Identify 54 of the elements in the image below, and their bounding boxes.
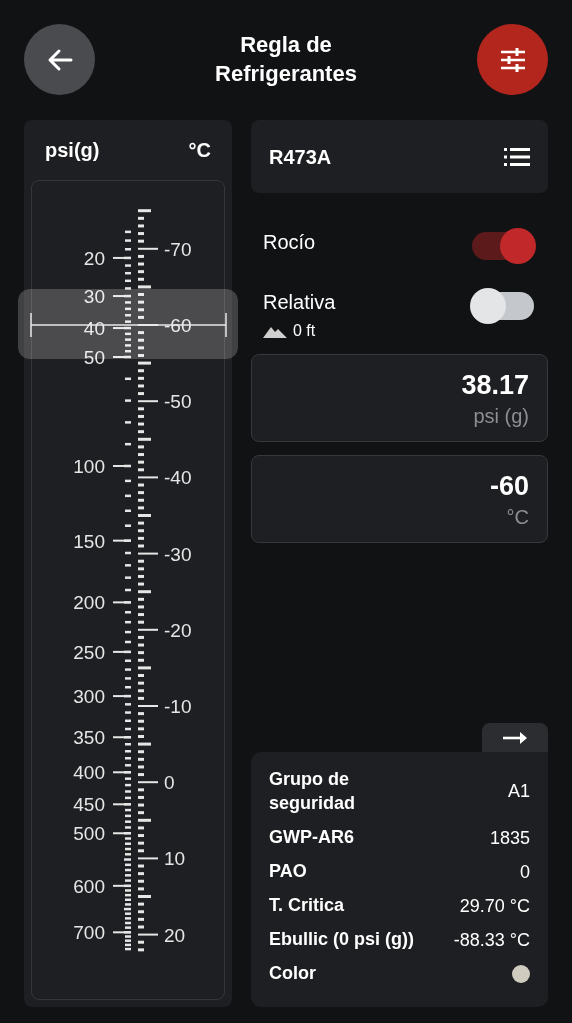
- pressure-scale-label: 600: [73, 875, 105, 897]
- property-label: Ebullic (0 psi (g)): [269, 928, 414, 952]
- temperature-scale-label: -20: [164, 619, 192, 641]
- property-label: GWP-AR6: [269, 826, 354, 850]
- altitude-label: 0 ft: [263, 319, 336, 343]
- temperature-scale-label: 10: [164, 848, 186, 870]
- pressure-scale-label: 200: [73, 592, 105, 614]
- readout-field[interactable]: -60 °C: [251, 455, 548, 543]
- pressure-scale-label: 250: [73, 641, 105, 663]
- pressure-scale-label: 700: [73, 922, 105, 944]
- back-arrow-icon: [46, 47, 73, 72]
- sliders-icon: [499, 47, 526, 72]
- property-label: Color: [269, 962, 316, 986]
- property-label: T. Critica: [269, 894, 345, 918]
- toggle-switch[interactable]: [470, 227, 536, 265]
- refrigerant-selector[interactable]: R473A: [251, 120, 548, 193]
- property-value: 29.70 °C: [459, 894, 530, 918]
- temperature-scale-label: -10: [164, 696, 192, 717]
- readout-value: -60: [489, 471, 529, 501]
- temperature-scale-label: 0: [164, 772, 175, 794]
- property-value: 1835: [489, 826, 530, 850]
- pressure-scale-label: 350: [73, 727, 105, 749]
- property-value: -88.33 °C: [453, 928, 530, 952]
- pressure-scale-label: 500: [73, 823, 105, 845]
- pressure-scale-label: 400: [73, 762, 105, 784]
- readout-unit: psi (g): [473, 405, 529, 428]
- temperature-scale-label: -30: [164, 543, 192, 565]
- readout-value: 38.17: [461, 370, 529, 400]
- screen-title: Regla de Refrigerantes: [214, 30, 358, 88]
- temperature-unit-label: °C: [188, 138, 211, 163]
- pressure-scale-label: 100: [73, 455, 105, 477]
- expand-tab[interactable]: [482, 723, 548, 753]
- pressure-unit-label: psi(g): [45, 138, 100, 163]
- list-icon: [504, 147, 530, 166]
- property-value: A1: [507, 780, 530, 804]
- toggle-label: Relativa: [263, 290, 336, 315]
- readout-unit: °C: [506, 506, 529, 529]
- temperature-scale-label: -70: [164, 238, 192, 260]
- pressure-scale-label: 450: [73, 794, 105, 816]
- readout-field[interactable]: 38.17 psi (g): [251, 354, 548, 442]
- temperature-scale-label: -40: [164, 467, 192, 489]
- property-label: PAO: [269, 860, 307, 884]
- pressure-scale-label: 20: [83, 247, 105, 269]
- right-arrow-icon: [503, 731, 527, 744]
- temperature-scale-label: 20: [164, 924, 186, 946]
- temperature-scale-label: -50: [164, 391, 192, 413]
- toggle-label: Rocío: [263, 230, 316, 255]
- pressure-scale-label: 300: [73, 686, 105, 708]
- pressure-scale-label: 30: [83, 286, 105, 308]
- toggle-switch[interactable]: [470, 287, 536, 325]
- pressure-scale-label: 150: [73, 530, 105, 552]
- property-label: Grupo de seguridad: [269, 768, 357, 815]
- pressure-scale-label: 50: [83, 347, 105, 368]
- property-value: 0: [520, 860, 530, 884]
